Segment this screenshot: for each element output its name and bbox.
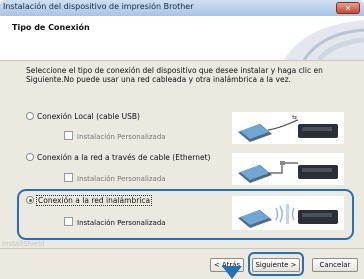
title-bar[interactable]: Instalación del dispositivo de impresión… — [0, 0, 364, 16]
ethernet-connection-icon — [232, 153, 344, 185]
down-arrow-icon — [222, 266, 242, 279]
radio-usb-connection[interactable]: Conexión Local (cable USB) — [26, 112, 140, 121]
option-label: Conexión a la red a través de cable (Eth… — [37, 153, 211, 162]
checkbox-label: Instalación Personalizada — [77, 133, 166, 141]
checkbox-ethernet-custom-install[interactable]: Instalación Personalizada — [64, 173, 166, 183]
checkbox[interactable] — [64, 173, 73, 182]
svg-text:⇆: ⇆ — [292, 114, 297, 121]
radio-button[interactable] — [26, 112, 34, 120]
page-title: Tipo de Conexión — [12, 23, 90, 32]
installshield-watermark: InstallShield — [2, 240, 45, 248]
checkbox-usb-custom-install[interactable]: Instalación Personalizada — [64, 131, 166, 141]
close-button[interactable]: ✕ — [336, 2, 360, 14]
next-button-highlight-frame — [248, 252, 304, 276]
brand-swirl-graphic — [284, 20, 364, 60]
instructions-text: Seleccione el tipo de conexión del dispo… — [26, 66, 323, 84]
radio-button[interactable] — [26, 153, 34, 161]
option-label: Conexión Local (cable USB) — [37, 112, 140, 121]
installer-window: Instalación del dispositivo de impresión… — [0, 0, 364, 279]
usb-connection-icon: ⇆ — [232, 112, 344, 144]
window-title: Instalación del dispositivo de impresión… — [3, 2, 194, 11]
wizard-header: Tipo de Conexión — [0, 16, 364, 61]
selection-highlight-frame — [17, 189, 354, 240]
radio-ethernet-connection[interactable]: Conexión a la red a través de cable (Eth… — [26, 153, 210, 162]
cancel-button[interactable]: Cancelar — [312, 258, 358, 272]
footer-divider — [0, 248, 364, 249]
checkbox[interactable] — [64, 131, 73, 140]
checkbox-label: Instalación Personalizada — [77, 175, 166, 183]
